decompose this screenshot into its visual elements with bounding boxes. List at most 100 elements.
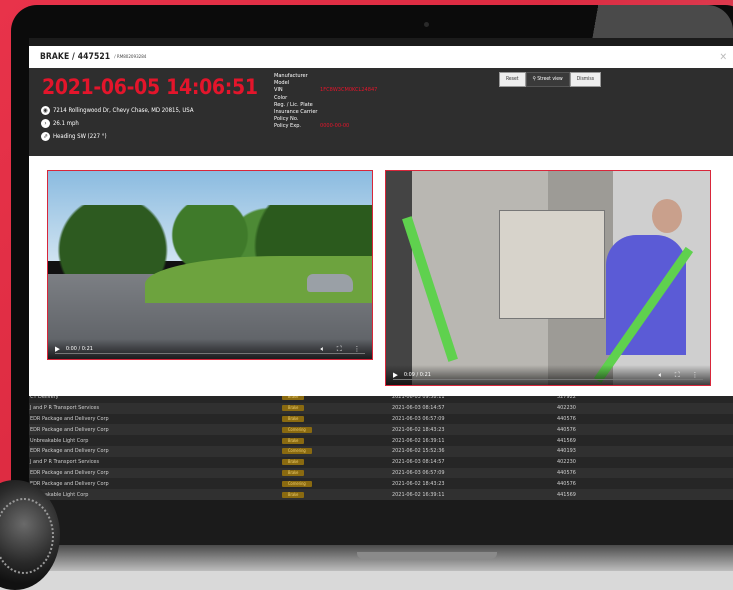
laptop-shine [563, 5, 733, 41]
event-badge: Brake [282, 437, 305, 444]
badge-cell: Cornering [282, 480, 392, 487]
id-cell: 440193 [557, 448, 576, 455]
table-row[interactable]: EDR Package and Delivery Corp Cornering 20… [29, 445, 733, 457]
company-cell: EDR Package and Delivery Corp [30, 480, 109, 487]
company-cell: J and P R Transport Services [30, 405, 100, 412]
location-details: ◉ 7214 Rollingwood Dr, Chevy Chase, MD 20… [41, 104, 194, 143]
company-cell: EDR Package and Delivery Corp [30, 469, 109, 476]
table-row[interactable]: J and P R Transport Services Brake 2021-06… [29, 456, 733, 468]
id-cell: 402230 [557, 405, 576, 412]
video-controls: ▶ 0:09 / 0:21 🔈︎ ⛶ ⋮ [386, 365, 710, 385]
globe-icon: ◉ [41, 106, 50, 115]
badge-cell: Brake [282, 469, 392, 476]
video-progress-bar[interactable] [393, 379, 703, 380]
badge-cell: Cornering [282, 448, 392, 455]
event-badge: Brake [282, 469, 305, 476]
close-icon[interactable]: ✕ [719, 52, 727, 63]
event-badge: Brake [282, 491, 305, 498]
video-progress-bar[interactable] [55, 353, 365, 354]
meta-row: Manufacturer [274, 73, 377, 80]
event-badge: Brake [282, 459, 305, 466]
date-cell: 2021-06-03 08:14:57 [392, 459, 445, 466]
date-cell: 2021-06-02 18:43:23 [392, 426, 445, 433]
meta-row: Color [274, 95, 377, 102]
date-cell: 2021-06-03 06:57:09 [392, 415, 445, 422]
meta-row: Insurance Carrier [274, 109, 377, 116]
dismiss-button[interactable]: Dismiss [569, 72, 602, 87]
speedometer-icon: › [41, 119, 50, 128]
meta-label: Reg. / Lic. Plate [274, 101, 313, 108]
street-view-button[interactable]: ⚲ Street view [525, 72, 570, 87]
meta-row: Policy Exp. 0000-00-00 [274, 123, 377, 130]
event-badge: Brake [282, 405, 305, 412]
compass-icon: ⇗ [41, 132, 50, 141]
table-row[interactable]: EDR Package and Delivery Corp Cornering 20… [29, 478, 733, 490]
video-driver-head [651, 198, 682, 233]
table-row[interactable]: EDR Package and Delivery Corp Brake 2021-0… [29, 413, 733, 425]
modal-header: BRAKE / 447521 / RM802093284 [29, 46, 733, 68]
table-row[interactable]: EDR Package and Delivery Corp Brake 2021-0… [29, 467, 733, 479]
table-row[interactable]: Unbreakable Light Corp Brake 2021-06-02 16… [29, 489, 733, 500]
table-row[interactable]: EDR Package and Delivery Corp Cornering 20… [29, 424, 733, 436]
event-badge: Cornering [282, 448, 312, 455]
heading-text: Heading SW (227 °) [53, 133, 107, 140]
front-camera-video[interactable]: ▶ 0:00 / 0:21 🔈︎ ⛶ ⋮ [47, 170, 373, 360]
company-cell: Unbreakable Light Corp [30, 491, 89, 498]
badge-cell: Brake [282, 491, 392, 498]
id-cell: 440576 [557, 415, 576, 422]
date-cell: 2021-06-03 08:14:57 [392, 405, 445, 412]
id-cell: 441569 [557, 491, 576, 498]
speed-row: › 26.1 mph [41, 117, 194, 130]
cabin-camera-video[interactable]: ▶ 0:09 / 0:21 🔈︎ ⛶ ⋮ [385, 170, 711, 386]
badge-cell: Brake [282, 459, 392, 466]
video-car [307, 274, 354, 293]
event-badge: Cornering [282, 426, 312, 433]
street-view-label: Street view [537, 76, 563, 82]
meta-label: Manufacturer [274, 73, 308, 79]
meta-label: Model [274, 80, 290, 87]
play-icon[interactable]: ▶ [393, 371, 398, 379]
speed-text: 26.1 mph [53, 120, 79, 127]
reset-button[interactable]: Reset [499, 72, 526, 87]
date-cell: 2021-06-02 16:39:11 [392, 437, 445, 444]
events-table: CT Delivery Brake 2021-06-03 09:58:11 32792… [29, 392, 733, 500]
vehicle-meta: Manufacturer Model VIN 1FC8W3CM0KCL24847 Col… [274, 73, 377, 131]
company-cell: EDR Package and Delivery Corp [30, 448, 109, 455]
meta-row: Policy No. [274, 116, 377, 123]
meta-row: VIN 1FC8W3CM0KCL24847 [274, 87, 377, 94]
more-options-icon[interactable]: ⋮ [692, 371, 698, 379]
meta-label: Color [274, 94, 288, 101]
address-text: 7214 Rollingwood Dr, Chevy Chase, MD 208… [53, 107, 194, 114]
meta-row: Reg. / Lic. Plate [274, 102, 377, 109]
action-buttons: Reset ⚲ Street view Dismiss [499, 72, 602, 87]
meta-label: Insurance Carrier [274, 109, 318, 116]
table-row[interactable]: J and P R Transport Services Brake 2021-06… [29, 402, 733, 414]
company-cell: EDR Package and Delivery Corp [30, 415, 109, 422]
video-time: 0:00 / 0:21 [65, 346, 93, 352]
screen: CT Delivery Brake 2021-06-03 09:58:11 32792… [29, 38, 733, 556]
company-cell: J and P R Transport Services [30, 459, 100, 466]
date-cell: 2021-06-02 18:43:23 [392, 480, 445, 487]
meta-label: Policy No. [274, 116, 299, 123]
event-datetime: 2021-06-05 14:06:51 [42, 75, 258, 99]
id-cell: 402230 [557, 459, 576, 466]
meta-value: 1FC8W3CM0KCL24847 [320, 87, 378, 94]
laptop-hinge [357, 552, 497, 559]
meta-row: Model [274, 80, 377, 87]
id-cell: 440576 [557, 469, 576, 476]
event-info-panel: 2021-06-05 14:06:51 ◉ 7214 Rollingwood Dr… [29, 68, 733, 156]
video-driver [606, 235, 687, 356]
play-icon[interactable]: ▶ [55, 345, 60, 353]
id-cell: 440576 [557, 480, 576, 487]
date-cell: 2021-06-02 16:39:11 [392, 491, 445, 498]
meta-value: 0000-00-00 [320, 123, 350, 130]
more-options-icon[interactable]: ⋮ [354, 345, 360, 353]
camera-icon [424, 22, 429, 27]
meta-label: VIN [274, 87, 283, 94]
table-row[interactable]: Unbreakable Light Corp Brake 2021-06-02 16… [29, 435, 733, 446]
event-badge: Cornering [282, 480, 312, 487]
video-time: 0:09 / 0:21 [403, 372, 431, 378]
date-cell: 2021-06-03 06:57:09 [392, 469, 445, 476]
event-modal: BRAKE / 447521 / RM802093284 ✕ 2021-06-0… [29, 46, 733, 396]
badge-cell: Cornering [282, 426, 392, 433]
